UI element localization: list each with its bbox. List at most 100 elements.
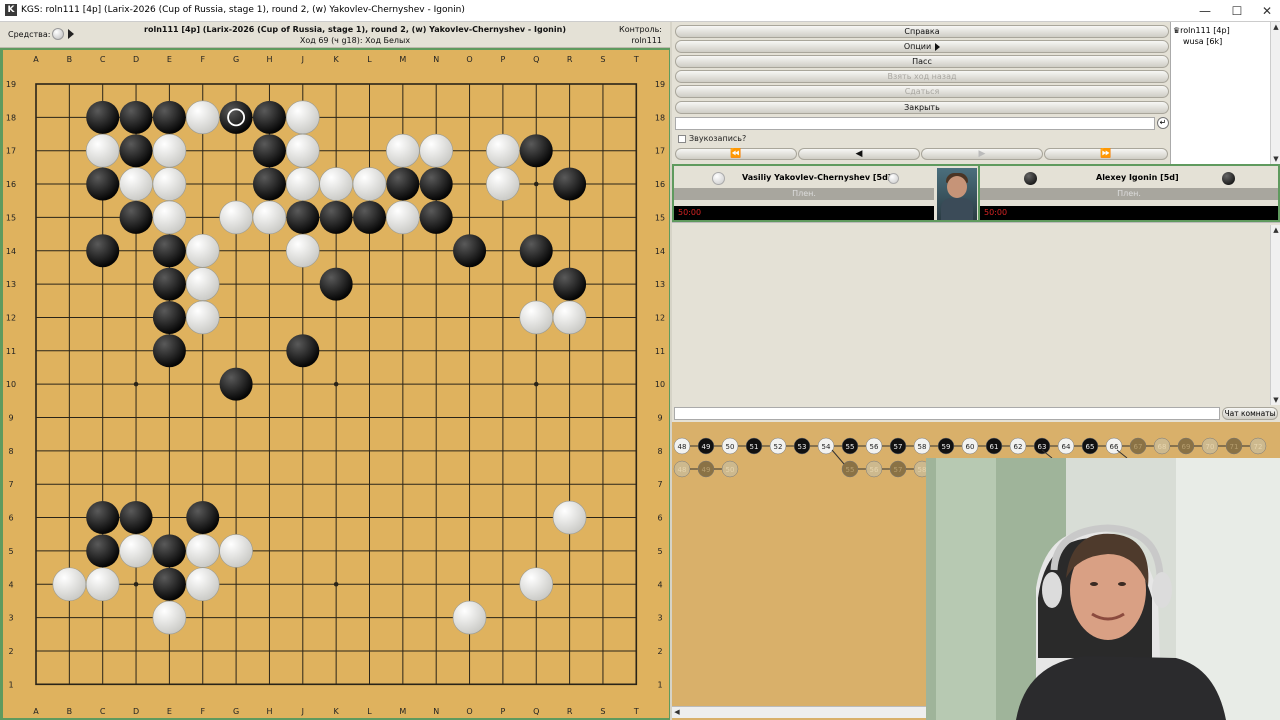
row-label: 1 xyxy=(657,680,662,689)
help-button[interactable]: Справка xyxy=(675,25,1169,38)
black-stone xyxy=(152,234,186,268)
tree-node-label[interactable]: 69 xyxy=(1182,443,1191,451)
column-label: G xyxy=(233,707,239,716)
tree-node-label[interactable]: 62 xyxy=(1014,443,1023,451)
chat-scrollbar[interactable]: ▲ ▼ xyxy=(1270,225,1280,405)
tree-link[interactable] xyxy=(831,449,845,465)
tree-node-label[interactable]: 67 xyxy=(1134,443,1143,451)
observer-item[interactable]: ♛roln111 [4p] xyxy=(1173,26,1230,35)
sound-record-checkbox[interactable] xyxy=(678,134,686,143)
nav-next-button[interactable]: ▶ xyxy=(921,148,1043,160)
scroll-down-icon[interactable]: ▼ xyxy=(1271,154,1280,164)
white-stone xyxy=(119,534,153,568)
tree-node-label[interactable]: 52 xyxy=(774,443,783,451)
tree-link[interactable] xyxy=(1116,449,1128,459)
column-label: L xyxy=(367,707,372,716)
tree-node-label[interactable]: 64 xyxy=(1062,443,1071,451)
white-stone xyxy=(285,233,320,268)
tree-node-label[interactable]: 55 xyxy=(846,466,855,474)
tree-node-label[interactable]: 48 xyxy=(678,443,687,451)
row-label: 15 xyxy=(6,213,16,222)
white-stone xyxy=(252,200,287,235)
scroll-down-icon[interactable]: ▼ xyxy=(1271,395,1280,405)
options-button[interactable]: Опции xyxy=(675,40,1169,53)
white-stone xyxy=(552,500,587,535)
tree-node-label[interactable]: 59 xyxy=(942,443,951,451)
tree-node-label[interactable]: 49 xyxy=(702,443,711,451)
tools-menu-icon[interactable] xyxy=(52,28,64,40)
tree-node-label[interactable]: 65 xyxy=(1086,443,1095,451)
go-board-canvas[interactable]: AABBCCDDEEFFGGHHJJKKLLMMNNOOPPQQRRSSTT19… xyxy=(3,50,669,718)
game-chat-log[interactable]: ▲ ▼ xyxy=(672,222,1280,406)
row-label: 4 xyxy=(8,580,13,589)
comment-input[interactable] xyxy=(675,117,1155,130)
white-stone xyxy=(352,167,387,201)
tree-node-label[interactable]: 51 xyxy=(750,443,759,451)
column-label: E xyxy=(167,707,172,716)
fast-forward-icon: ⏩ xyxy=(1100,149,1112,159)
black-stone xyxy=(152,100,186,134)
scroll-left-icon[interactable]: ◀ xyxy=(672,707,682,717)
tree-node-label[interactable]: 63 xyxy=(1038,443,1047,451)
tree-node-label[interactable]: 50 xyxy=(726,443,735,451)
white-stone xyxy=(486,133,520,168)
tree-node-label[interactable]: 60 xyxy=(966,443,975,451)
minimize-icon[interactable]: — xyxy=(1190,2,1220,20)
row-label: 17 xyxy=(655,147,665,156)
row-label: 15 xyxy=(655,213,665,222)
nav-last-button[interactable]: ⏩ xyxy=(1044,148,1168,160)
white-player-name[interactable]: Vasiliy Yakovlev-Chernyshev [5d] xyxy=(742,173,891,182)
resign-label: Сдаться xyxy=(904,87,940,96)
scroll-up-icon[interactable]: ▲ xyxy=(1271,22,1280,32)
tree-node-label[interactable]: 72 xyxy=(1254,443,1263,451)
tree-node-label[interactable]: 71 xyxy=(1230,443,1239,451)
black-stone xyxy=(519,234,553,268)
nav-first-button[interactable]: ⏪ xyxy=(675,148,797,160)
tree-node-label[interactable]: 56 xyxy=(870,443,879,451)
close-button[interactable]: Закрыть xyxy=(675,101,1169,114)
row-label: 7 xyxy=(8,480,13,489)
tree-node-label[interactable]: 56 xyxy=(870,466,879,474)
tree-node-label[interactable]: 70 xyxy=(1206,443,1215,451)
tree-node-label[interactable]: 53 xyxy=(798,443,807,451)
tree-node-label[interactable]: 57 xyxy=(894,443,903,451)
tree-node-label[interactable]: 68 xyxy=(1158,443,1167,451)
tools-label: Средства: xyxy=(8,30,51,39)
row-label: 14 xyxy=(6,247,16,256)
sound-record-toggle[interactable]: Звукозапись? xyxy=(678,134,746,143)
observer-item[interactable]: wusa [6k] xyxy=(1183,37,1222,46)
tree-node-label[interactable]: 49 xyxy=(702,466,711,474)
send-icon[interactable]: ↵ xyxy=(1157,117,1169,129)
room-chat-button[interactable]: Чат комнаты xyxy=(1222,407,1278,420)
nav-prev-button[interactable]: ◀ xyxy=(798,148,920,160)
black-stone xyxy=(152,567,186,601)
black-stone xyxy=(119,100,153,134)
resign-button[interactable]: Сдаться xyxy=(675,85,1169,98)
column-label: S xyxy=(600,55,605,64)
tree-node-label[interactable]: 61 xyxy=(990,443,999,451)
white-stone xyxy=(519,567,554,602)
chat-input[interactable] xyxy=(674,407,1220,420)
tree-scrollbar[interactable]: ◀ xyxy=(672,706,926,718)
observer-scrollbar[interactable]: ▲ ▼ xyxy=(1270,22,1280,164)
tree-node-label[interactable]: 54 xyxy=(822,443,831,451)
tree-node-label[interactable]: 66 xyxy=(1110,443,1119,451)
webcam-overlay xyxy=(926,458,1280,720)
close-icon[interactable]: ✕ xyxy=(1252,2,1280,20)
scroll-up-icon[interactable]: ▲ xyxy=(1271,225,1280,235)
pass-button[interactable]: Пасс xyxy=(675,55,1169,68)
tools-arrow-icon[interactable] xyxy=(68,29,74,39)
row-label: 8 xyxy=(657,447,662,456)
tree-node-label[interactable]: 57 xyxy=(894,466,903,474)
undo-button[interactable]: Взять ход назад xyxy=(675,70,1169,83)
white-stone xyxy=(486,167,520,201)
tree-node-label[interactable]: 50 xyxy=(726,466,735,474)
black-player-name[interactable]: Alexey Igonin [5d] xyxy=(1096,173,1179,182)
tree-node-label[interactable]: 58 xyxy=(918,443,927,451)
column-label: Q xyxy=(533,707,539,716)
tree-node-label[interactable]: 48 xyxy=(678,466,687,474)
go-board[interactable]: A A B B C C D D E E F F G G H H J J K K L L M M N N O O P P Q Q R R S S T T 19… xyxy=(3,50,669,718)
maximize-icon[interactable]: ☐ xyxy=(1222,2,1252,20)
tree-node-label[interactable]: 55 xyxy=(846,443,855,451)
white-stone xyxy=(85,567,120,602)
